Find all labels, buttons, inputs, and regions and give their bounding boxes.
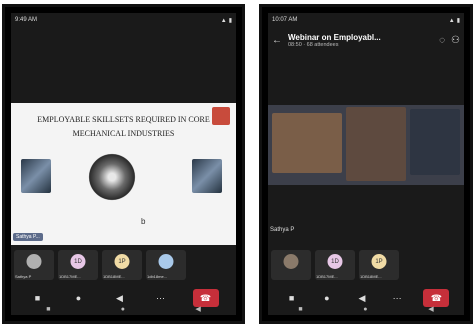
meeting-header: ← Webinar on Employabl... 08:50 · 68 att…: [268, 27, 464, 53]
video-tile: [346, 107, 406, 181]
gear-image: [83, 153, 141, 201]
meeting-screen: 9:49 AM ▲ ▮ EMPLOYABLE SKILLSETS REQUIRED…: [11, 13, 236, 315]
slide-title-line1: EMPLOYABLE SKILLSETS REQUIRED IN CORE: [37, 115, 210, 124]
video-grid: [268, 105, 464, 185]
nav-back-icon[interactable]: ◀: [195, 305, 200, 313]
nav-recent-icon[interactable]: ■: [298, 306, 302, 313]
status-bar: 10:07 AM ▲ ▮: [268, 13, 464, 27]
meeting-title: Webinar on Employabl...: [288, 32, 381, 42]
avatar: [158, 254, 174, 269]
meeting-title-block: Webinar on Employabl... 08:50 · 68 atten…: [288, 33, 381, 48]
shared-slide: EMPLOYABLE SKILLSETS REQUIRED IN CORE ME…: [11, 103, 236, 245]
meeting-screen: 10:07 AM ▲ ▮ ← Webinar on Employabl... 08…: [268, 13, 464, 315]
participant-tile[interactable]: [271, 250, 311, 280]
participant-name: 1DB17ME...: [316, 274, 338, 279]
chat-icon[interactable]: ◌: [439, 35, 445, 46]
nav-home-icon[interactable]: ●: [363, 306, 367, 313]
nav-recent-icon[interactable]: ■: [46, 306, 50, 313]
avatar: 1D: [70, 254, 86, 269]
left-phone-screenshot: 9:49 AM ▲ ▮ EMPLOYABLE SKILLSETS REQUIRED…: [2, 4, 245, 324]
nav-bar: ■ ● ◀: [11, 303, 236, 315]
participant-tile[interactable]: 1db18me...: [146, 250, 186, 280]
nav-back-icon[interactable]: ◀: [428, 305, 433, 313]
participant-name: 1DB18ME...: [103, 274, 125, 279]
status-icons: ▲ ▮: [448, 17, 460, 24]
nav-bar: ■ ● ◀: [268, 303, 464, 315]
participant-tile[interactable]: 1P 1DB18ME...: [102, 250, 142, 280]
back-icon[interactable]: ←: [272, 35, 282, 46]
avatar: [283, 254, 299, 269]
presenter-tag: Sathya P...: [13, 233, 43, 241]
status-bar: 9:49 AM ▲ ▮: [11, 13, 236, 27]
right-phone-screenshot: 10:07 AM ▲ ▮ ← Webinar on Employabl... 08…: [259, 4, 473, 324]
slide-title-line2: MECHANICAL INDUSTRIES: [72, 129, 175, 138]
video-tile: [410, 109, 460, 175]
participant-tile[interactable]: 1D 1DB17ME...: [58, 250, 98, 280]
chain-image-left: [21, 159, 51, 193]
avatar: 1P: [371, 254, 387, 269]
participant-name: 1DB17ME...: [59, 274, 81, 279]
chain-image-right: [192, 159, 222, 193]
participant-tile[interactable]: Sathya P: [14, 250, 54, 280]
slide-title: EMPLOYABLE SKILLSETS REQUIRED IN CORE ME…: [19, 113, 228, 141]
participant-name: Sathya P: [15, 274, 32, 279]
participant-name: 1db18me...: [147, 274, 168, 279]
participant-strip[interactable]: Sathya P 1D 1DB17ME... 1P 1DB18ME... 1db…: [11, 249, 236, 281]
avatar: 1D: [327, 254, 343, 269]
slide-mark: b: [141, 217, 146, 226]
video-tile: [272, 113, 342, 173]
nav-home-icon[interactable]: ●: [121, 306, 125, 313]
avatar: [26, 254, 42, 269]
people-icon[interactable]: ⚇: [451, 35, 460, 46]
status-icons: ▲ ▮: [220, 17, 232, 24]
meeting-subtitle: 08:50 · 68 attendees: [288, 41, 339, 48]
participant-name: 1DB18ME...: [360, 274, 382, 279]
status-time: 9:49 AM: [15, 17, 38, 23]
participant-tile[interactable]: 1P 1DB18ME...: [359, 250, 399, 280]
status-time: 10:07 AM: [272, 17, 298, 23]
speaker-caption: Sathya P: [270, 227, 295, 233]
avatar: 1P: [114, 254, 130, 269]
participant-strip[interactable]: 1D 1DB17ME... 1P 1DB18ME...: [268, 249, 464, 281]
participant-tile[interactable]: 1D 1DB17ME...: [315, 250, 355, 280]
